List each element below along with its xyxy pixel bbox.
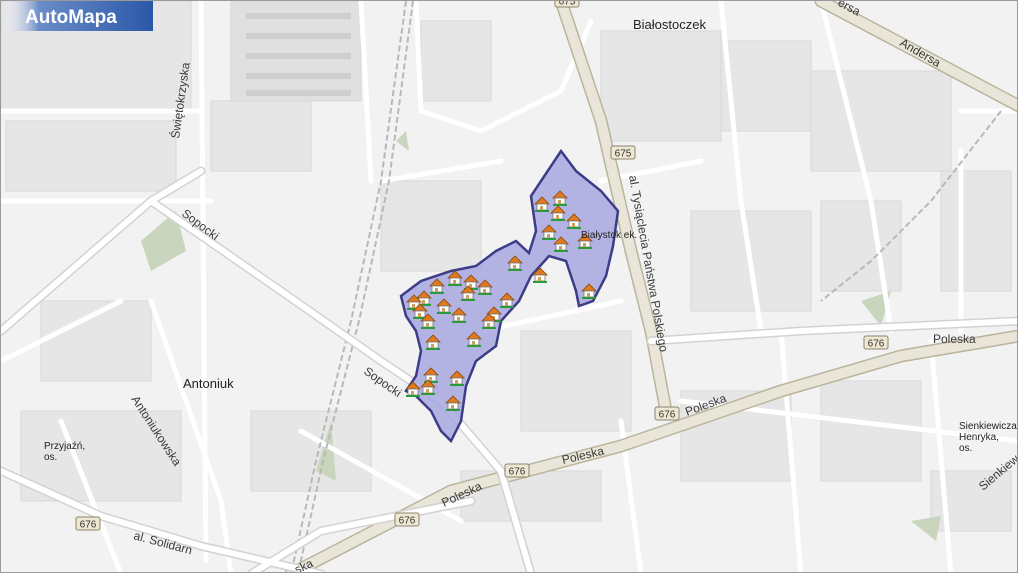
district-label-antoniuk: Antoniuk (183, 376, 234, 391)
automapa-logo: AutoMapa (1, 1, 153, 31)
street-poleska-3: Poleska (561, 444, 606, 467)
road-shield: 676 (394, 512, 420, 527)
district-label-przyjazn-os: os. (44, 452, 57, 463)
road-shield-number: 676 (659, 410, 676, 421)
road-shield-number: 676 (868, 339, 885, 350)
street-andersa: Andersa (898, 35, 944, 70)
road-shield: 676 (654, 406, 680, 421)
road-shield: 675 (554, 1, 580, 8)
road-shield-number: 676 (509, 467, 526, 478)
map-view[interactable]: 676 676 676 676 676 675 675 Białostoczek Anton… (0, 0, 1018, 573)
road-shield: 676 (504, 463, 530, 478)
logo-text: AutoMapa (25, 7, 117, 28)
road-shield-number: 675 (559, 1, 576, 8)
district-label-sienkiewicza-3: os. (959, 443, 972, 454)
polygon-label: Białystok ek. (581, 230, 637, 241)
road-shield: 675 (610, 145, 636, 160)
street-poleska-1: Poleska (933, 332, 976, 346)
road-shield-number: 675 (615, 149, 632, 160)
district-label-przyjazn: Przyjaźń, (44, 441, 85, 452)
road-shield-number: 676 (399, 516, 416, 527)
district-label-bialostoczek: Białostoczek (633, 17, 706, 32)
road-shield: 676 (75, 516, 101, 531)
district-label-sienkiewicza-2: Henryka, (959, 432, 999, 443)
road-shield-number: 676 (80, 520, 97, 531)
road-shield: 676 (863, 335, 889, 350)
district-label-sienkiewicza: Sienkiewicza (959, 421, 1017, 432)
map-canvas: 676 676 676 676 676 675 675 Białostoczek Anton… (1, 1, 1017, 572)
